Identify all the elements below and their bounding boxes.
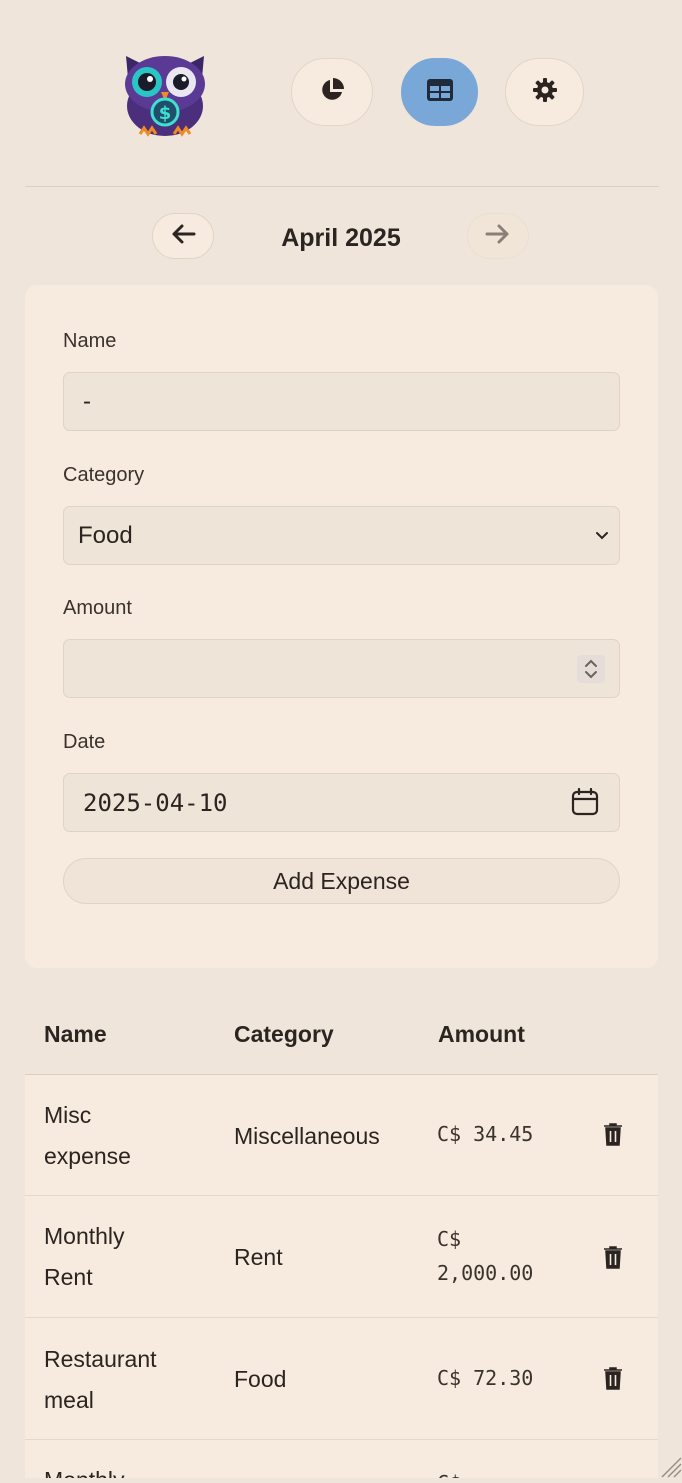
row-name-line2: expense: [44, 1143, 131, 1169]
row-amount: C$ 72.30: [437, 1366, 534, 1390]
trash-icon[interactable]: [602, 1366, 624, 1390]
table-row: Misc expense Miscellaneous C$ 34.45: [25, 1075, 658, 1196]
row-category: Food: [234, 1366, 287, 1392]
header-divider: [25, 186, 659, 187]
gear-icon: [531, 76, 559, 109]
row-amount: C$ 34.45: [437, 1122, 534, 1146]
nav-chart-button[interactable]: [291, 58, 373, 126]
name-label: Name: [63, 330, 117, 352]
category-select-value: Food: [78, 522, 133, 549]
table-row: Restaurant meal Food C$ 72.30: [25, 1318, 658, 1440]
table-row: Monthly C$: [25, 1440, 658, 1478]
number-spinner-icon[interactable]: [577, 655, 605, 683]
amount-label: Amount: [63, 597, 132, 619]
nav-table-button[interactable]: [401, 58, 478, 126]
row-name-line1: Monthly: [44, 1460, 125, 1478]
arrow-right-icon: [485, 223, 511, 250]
column-header-amount[interactable]: Amount: [438, 995, 525, 1073]
category-select[interactable]: Food: [63, 506, 620, 565]
resize-handle-icon[interactable]: [658, 1454, 682, 1478]
chevron-down-icon: [595, 529, 609, 547]
row-name-line1: Misc: [44, 1102, 92, 1128]
row-name-line1: Restaurant: [44, 1346, 157, 1372]
row-name-line2: meal: [44, 1387, 94, 1413]
table-icon: [426, 78, 454, 107]
row-category: Miscellaneous: [234, 1123, 380, 1149]
column-header-name[interactable]: Name: [44, 995, 107, 1073]
date-label: Date: [63, 731, 106, 753]
trash-icon[interactable]: [602, 1122, 624, 1146]
nav-settings-button[interactable]: [505, 58, 584, 126]
amount-input[interactable]: [63, 639, 620, 698]
name-input[interactable]: -: [63, 372, 620, 431]
category-label: Category: [63, 464, 145, 486]
name-input-value: -: [83, 388, 91, 415]
date-input[interactable]: 2025-04-10: [63, 773, 620, 832]
current-month: April 2025: [281, 224, 401, 252]
column-header-category[interactable]: Category: [234, 995, 334, 1073]
table-header: Name Category Amount: [25, 995, 658, 1075]
date-input-value: 2025-04-10: [83, 789, 228, 817]
calendar-icon[interactable]: [571, 787, 599, 821]
row-name-line2: Rent: [44, 1264, 93, 1290]
arrow-left-icon: [170, 223, 196, 250]
row-amount-line1: C$: [437, 1466, 461, 1478]
next-month-button[interactable]: [467, 213, 529, 259]
pie-chart-icon: [318, 76, 346, 109]
row-name-line1: Monthly: [44, 1223, 125, 1249]
row-amount-line1: C$: [437, 1227, 462, 1251]
row-category: Rent: [234, 1244, 283, 1270]
table-row: Monthly Rent Rent C$ 2,000.00: [25, 1196, 658, 1318]
svg-text:$: $: [159, 103, 172, 124]
add-expense-button[interactable]: Add Expense: [63, 858, 620, 904]
trash-icon[interactable]: [602, 1245, 624, 1269]
row-amount-line2: 2,000.00: [437, 1261, 534, 1285]
owl-logo: $: [118, 48, 212, 140]
